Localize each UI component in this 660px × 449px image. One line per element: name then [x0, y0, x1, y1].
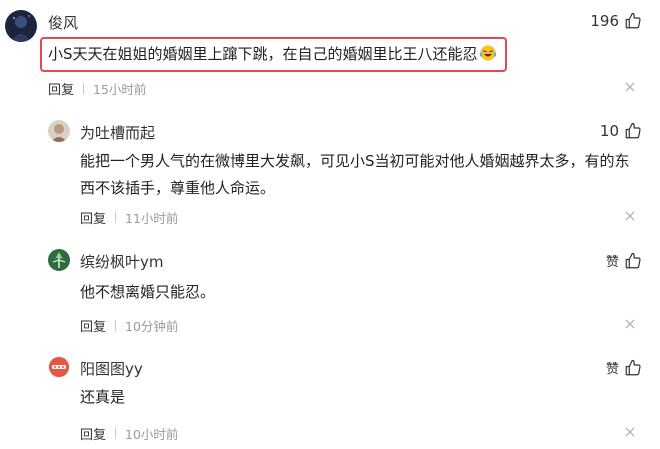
username[interactable]: 阳图图yy — [80, 358, 143, 379]
username[interactable]: 为吐槽而起 — [80, 122, 155, 143]
close-icon[interactable] — [625, 427, 635, 437]
avatar[interactable] — [5, 10, 37, 42]
comment-2: 为吐槽而起 10 能把一个男人气的在微博里大发飙，可见小S当初可能对他人婚姻越界… — [0, 110, 660, 227]
close-icon[interactable] — [625, 82, 635, 92]
timestamp: 11小时前 — [125, 211, 179, 226]
comment-text-line: 西不该插手，尊重他人命运。 — [80, 179, 276, 197]
like-count: 10 — [599, 122, 619, 140]
comment-text-body: 小S天天在姐姐的婚姻里上蹿下跳，在自己的婚姻里比王八还能忍 — [48, 45, 478, 63]
comment-meta: 回复 10小时前 — [80, 424, 178, 443]
close-icon[interactable] — [625, 319, 635, 329]
comment-meta: 回复 11小时前 — [80, 208, 178, 227]
divider — [115, 428, 117, 439]
comment-text: 能把一个男人气的在微博里大发飙，可见小S当初可能对他人婚姻越界太多，有的东 西不… — [80, 148, 630, 202]
comment-meta: 回复 15小时前 — [48, 79, 146, 98]
timestamp: 10小时前 — [125, 427, 179, 442]
avatar[interactable] — [48, 356, 70, 378]
like-label: 赞 — [605, 362, 619, 377]
username[interactable]: 俊风 — [48, 12, 78, 33]
comment-1: 俊风 196 小S天天在姐姐的婚姻里上蹿下跳，在自己的婚姻里比王八还能忍 回复 … — [0, 0, 660, 100]
divider — [115, 212, 117, 223]
comment-text: 还真是 — [80, 388, 126, 406]
like-button[interactable]: 196 — [590, 12, 642, 30]
comment-text: 小S天天在姐姐的婚姻里上蹿下跳，在自己的婚姻里比王八还能忍 — [48, 41, 497, 68]
reply-button[interactable]: 回复 — [80, 316, 106, 335]
divider — [115, 320, 117, 331]
reply-button[interactable]: 回复 — [80, 424, 106, 443]
comment-meta: 回复 10分钟前 — [80, 316, 178, 335]
laughing-crying-emoji — [479, 45, 496, 61]
avatar[interactable] — [48, 249, 70, 271]
comment-4: 阳图图yy 赞 还真是 回复 10小时前 — [0, 347, 660, 449]
reply-button[interactable]: 回复 — [48, 79, 74, 98]
timestamp: 15小时前 — [93, 82, 147, 97]
comment-text: 他不想离婚只能忍。 — [80, 283, 216, 301]
timestamp: 10分钟前 — [125, 319, 179, 334]
thumbs-up-icon — [625, 252, 641, 268]
thumbs-up-icon — [625, 12, 641, 29]
like-button[interactable]: 赞 — [606, 251, 642, 270]
thumbs-up-icon — [625, 359, 641, 375]
avatar[interactable] — [48, 120, 70, 142]
reply-button[interactable]: 回复 — [80, 208, 106, 227]
like-count: 196 — [590, 12, 619, 30]
like-button[interactable]: 10 — [600, 122, 642, 140]
thumbs-up-icon — [625, 122, 641, 139]
close-icon[interactable] — [625, 211, 635, 221]
comment-3: 缤纷枫叶ym 赞 他不想离婚只能忍。 回复 10分钟前 — [0, 240, 660, 335]
comment-text-line: 能把一个男人气的在微博里大发飙，可见小S当初可能对他人婚姻越界太多，有的东 — [80, 152, 630, 170]
divider — [83, 83, 85, 94]
like-label: 赞 — [605, 255, 619, 270]
like-button[interactable]: 赞 — [606, 358, 642, 377]
username[interactable]: 缤纷枫叶ym — [80, 251, 164, 272]
